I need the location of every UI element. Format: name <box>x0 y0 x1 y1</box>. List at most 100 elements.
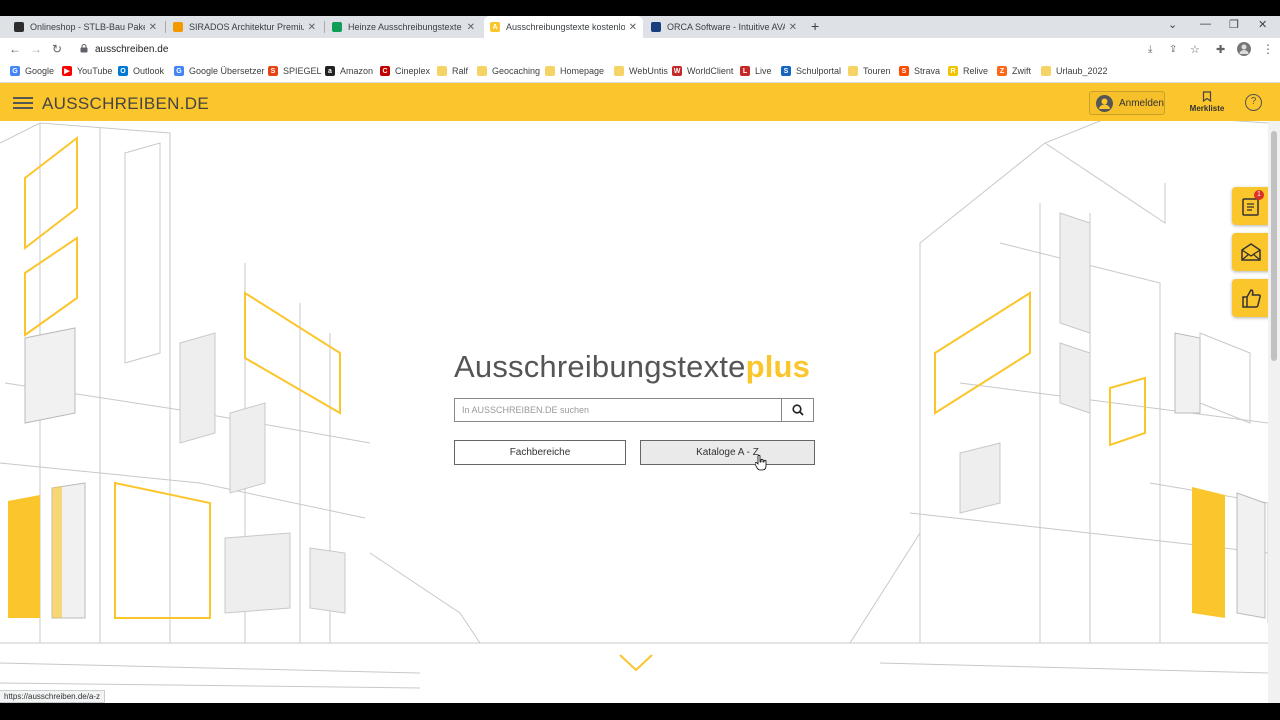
hero-title-plus: plus <box>745 349 811 384</box>
bookmark-label: Google Übersetzer <box>189 66 265 76</box>
address-bar-row: ← → ↻ ausschreiben.de ⤓ ⇪ ☆ ✚ ⋮ <box>0 38 1280 62</box>
bookmark-item[interactable]: S SPIEGEL <box>268 66 322 76</box>
login-button[interactable]: Anmelden <box>1089 91 1165 115</box>
close-tab-icon[interactable]: ✕ <box>308 22 316 33</box>
bookmark-label: Homepage <box>560 66 605 76</box>
bookmark-favicon-icon: S <box>268 66 278 76</box>
kataloge-az-button[interactable]: Kataloge A - Z <box>640 440 815 465</box>
bookmark-item[interactable]: O Outlook <box>118 66 164 76</box>
reload-icon[interactable]: ↻ <box>52 42 62 56</box>
close-tab-icon[interactable]: ✕ <box>629 22 637 33</box>
bookmark-label: Schulportal <box>796 66 842 76</box>
login-label: Anmelden <box>1118 97 1164 109</box>
search-box <box>454 398 814 422</box>
page-scrollbar[interactable] <box>1268 121 1280 703</box>
close-tab-icon[interactable]: ✕ <box>467 22 475 33</box>
folder-icon <box>545 66 555 76</box>
window-bottom-strip <box>0 703 1280 720</box>
bookmark-item[interactable]: S Strava <box>899 66 940 76</box>
scrollbar-thumb[interactable] <box>1271 131 1277 361</box>
site-logo[interactable]: AUSSCHREIBEN.DE <box>42 94 209 114</box>
new-tab-button[interactable]: + <box>811 18 819 34</box>
search-input[interactable] <box>455 399 783 421</box>
website-viewport: AUSSCHREIBEN.DE Anmelden Merkliste ? 1 A… <box>0 83 1280 703</box>
folder-icon <box>477 66 487 76</box>
bookmark-favicon-icon: W <box>672 66 682 76</box>
bookmark-item[interactable]: a Amazon <box>325 66 373 76</box>
minimize-icon[interactable]: — <box>1200 18 1211 30</box>
tab-favicon <box>173 22 183 32</box>
bookmark-label: Relive <box>963 66 989 76</box>
merkliste-label: Merkliste <box>1189 104 1225 113</box>
contact-side-button[interactable] <box>1232 233 1270 271</box>
bookmark-item[interactable]: W WorldClient <box>672 66 733 76</box>
hamburger-menu-icon[interactable] <box>13 97 33 109</box>
bookmark-label: Touren <box>863 66 891 76</box>
tab-title: Heinze Ausschreibungstexte onli <box>348 22 463 32</box>
user-icon <box>1096 94 1113 112</box>
bookmark-item[interactable]: WebUntis <box>614 66 668 76</box>
bookmark-favicon-icon: L <box>740 66 750 76</box>
bookmark-label: Strava <box>914 66 941 76</box>
status-bar-url: https://ausschreiben.de/a-z <box>0 690 106 703</box>
bookmark-label: Zwift <box>1012 66 1031 76</box>
bookmark-item[interactable]: G Google <box>10 66 54 76</box>
tab-search-icon[interactable]: ⌄ <box>1168 18 1177 31</box>
merkliste-button[interactable]: Merkliste <box>1185 91 1229 113</box>
bookmark-item[interactable]: Homepage <box>545 66 604 76</box>
bookmark-label: Cineplex <box>395 66 431 76</box>
install-icon[interactable]: ⤓ <box>1148 44 1152 55</box>
bookmark-item[interactable]: Ralf <box>437 66 468 76</box>
tab-favicon <box>332 22 342 32</box>
notepad-side-button[interactable]: 1 <box>1232 187 1270 225</box>
search-button[interactable] <box>781 399 813 421</box>
bookmark-item[interactable]: C Cineplex <box>380 66 430 76</box>
maximize-icon[interactable]: ❐ <box>1229 18 1239 31</box>
back-icon[interactable]: ← <box>9 42 21 56</box>
bookmark-star-icon[interactable]: ☆ <box>1190 43 1200 56</box>
bookmark-favicon-icon: O <box>118 66 128 76</box>
bookmark-favicon-icon: S <box>899 66 909 76</box>
bookmark-favicon-icon: S <box>781 66 791 76</box>
bookmark-item[interactable]: Touren <box>848 66 891 76</box>
bookmark-item[interactable]: R Relive <box>948 66 988 76</box>
bookmark-item[interactable]: Z Zwift <box>997 66 1031 76</box>
forward-icon[interactable]: → <box>30 42 42 56</box>
bookmark-item[interactable]: S Schulportal <box>781 66 841 76</box>
feedback-side-button[interactable] <box>1232 279 1270 317</box>
menu-kebab-icon[interactable]: ⋮ <box>1262 42 1274 56</box>
scroll-down-chevron-icon[interactable] <box>619 653 653 673</box>
bookmark-label: Urlaub_2022 <box>1056 66 1108 76</box>
bookmark-item[interactable]: L Live <box>740 66 772 76</box>
profile-avatar[interactable] <box>1237 42 1251 59</box>
share-icon[interactable]: ⇪ <box>1169 44 1177 55</box>
bookmark-label: WebUntis <box>629 66 668 76</box>
browser-tab[interactable]: Heinze Ausschreibungstexte onli ✕ <box>326 16 481 38</box>
browser-tab[interactable]: Onlineshop - STLB-Bau Pakete ka ✕ <box>8 16 163 38</box>
hero-title: Ausschreibungstexteplus <box>454 349 810 385</box>
tab-title: ORCA Software - Intuitive AVA & <box>667 22 785 32</box>
help-icon[interactable]: ? <box>1245 94 1262 111</box>
browser-tab-active[interactable]: A Ausschreibungstexte kostenlos a ✕ <box>484 16 643 38</box>
folder-icon <box>1041 66 1051 76</box>
bookmark-label: Google <box>25 66 55 76</box>
fachbereiche-button[interactable]: Fachbereiche <box>454 440 626 465</box>
bookmark-favicon-icon: G <box>10 66 20 76</box>
bookmark-item[interactable]: Geocaching <box>477 66 540 76</box>
tab-title: SIRADOS Architektur Premium <box>189 22 304 32</box>
bookmark-item[interactable]: G Google Übersetzer <box>174 66 265 76</box>
close-tab-icon[interactable]: ✕ <box>789 22 797 33</box>
bookmark-item[interactable]: Urlaub_2022 <box>1041 66 1108 76</box>
browser-tab[interactable]: ORCA Software - Intuitive AVA & ✕ <box>645 16 803 38</box>
url-field[interactable]: ausschreiben.de <box>95 44 168 55</box>
browser-tab[interactable]: SIRADOS Architektur Premium ✕ <box>167 16 322 38</box>
bookmark-favicon-icon: Z <box>997 66 1007 76</box>
close-tab-icon[interactable]: ✕ <box>149 22 157 33</box>
tab-title: Onlineshop - STLB-Bau Pakete ka <box>30 22 145 32</box>
close-window-icon[interactable]: ✕ <box>1258 18 1267 31</box>
mouse-pointer-hand-icon <box>755 455 767 471</box>
bookmark-item[interactable]: ▶ YouTube <box>62 66 112 76</box>
thumbs-up-icon <box>1242 289 1261 308</box>
extensions-icon[interactable]: ✚ <box>1216 43 1225 56</box>
tab-favicon <box>14 22 24 32</box>
